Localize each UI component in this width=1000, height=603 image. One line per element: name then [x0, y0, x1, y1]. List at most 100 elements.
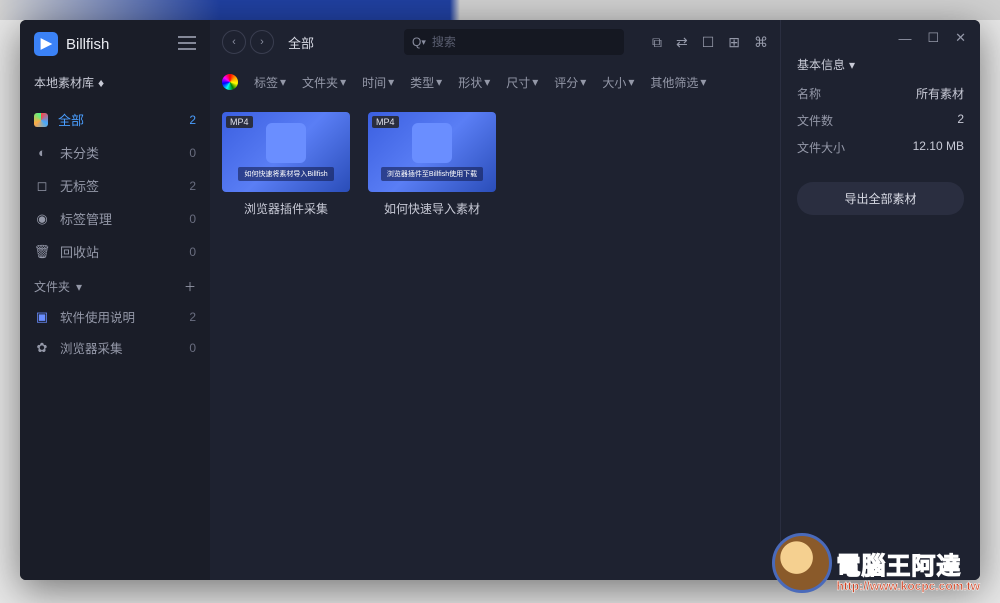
info-row-count: 文件数 2 [797, 112, 964, 129]
toolbar: ‹ › 全部 Q ▾ ⧉ ⇄ ☐ ⊞ ⌘ [210, 20, 780, 64]
trash-icon: 🗑 [34, 244, 50, 260]
folder-item[interactable]: ✿ 浏览器采集 0 [20, 332, 210, 363]
info-body: 基本信息 ▾ 名称 所有素材 文件数 2 文件大小 12.10 MB 导出全部素… [781, 56, 980, 215]
forward-button[interactable]: › [250, 30, 274, 54]
panel-icon[interactable]: ⧉ [652, 34, 662, 51]
app-name: Billfish [66, 36, 109, 53]
filter-filesize[interactable]: 大小 ▾ [602, 74, 634, 91]
close-button[interactable]: ✕ [955, 30, 966, 46]
search-input[interactable] [432, 35, 616, 49]
chevron-down-icon[interactable]: ▾ [76, 280, 82, 294]
thumbnail: MP4 浏览器插件至Billfish使用下载 [368, 112, 496, 192]
apps-icon[interactable]: ⌘ [754, 34, 768, 51]
breadcrumb: 全部 [288, 33, 314, 52]
asset-item[interactable]: MP4 如何快速将素材导入Billfish 浏览器插件采集 [222, 112, 350, 217]
sidebar-item-trash[interactable]: 🗑 回收站 0 [20, 235, 210, 268]
search-icon: Q [412, 35, 421, 49]
info-row-size: 文件大小 12.10 MB [797, 139, 964, 156]
nav-arrows: ‹ › [222, 30, 274, 54]
menu-icon[interactable] [178, 36, 196, 53]
format-badge: MP4 [372, 116, 399, 128]
sidebar-item-tags[interactable]: ◉ 标签管理 0 [20, 202, 210, 235]
app-window: Billfish 本地素材库 ♦ 全部 2 ◐ 未分类 0 ◻ 无标签 [20, 20, 980, 580]
color-filter-icon[interactable] [222, 74, 238, 90]
toolbar-right: ⧉ ⇄ ☐ ⊞ ⌘ [652, 34, 768, 51]
info-key: 文件大小 [797, 139, 845, 156]
folder-label: 浏览器采集 [60, 338, 123, 357]
sort-icon: ♦ [98, 76, 104, 90]
nav-list: 全部 2 ◐ 未分类 0 ◻ 无标签 2 ◉ 标签管理 0 🗑 回收站 0 [20, 103, 210, 268]
filter-shape[interactable]: 形状 ▾ [458, 74, 490, 91]
folder-label: 软件使用说明 [60, 307, 135, 326]
folder-item[interactable]: ▣ 软件使用说明 2 [20, 301, 210, 332]
folder-icon: ▣ [34, 309, 50, 325]
thumbnail-graphic [266, 123, 306, 163]
folder-count: 0 [189, 341, 196, 355]
filter-folder[interactable]: 文件夹 ▾ [302, 74, 346, 91]
filter-size[interactable]: 尺寸 ▾ [506, 74, 538, 91]
folder-count: 2 [189, 310, 196, 324]
sidebar-item-count: 2 [189, 179, 196, 193]
asset-label: 浏览器插件采集 [222, 200, 350, 217]
library-label: 本地素材库 [34, 74, 94, 91]
info-panel: — ☐ ✕ 基本信息 ▾ 名称 所有素材 文件数 2 文件大小 12.10 MB… [780, 20, 980, 580]
sidebar-item-count: 2 [189, 113, 196, 127]
filter-bar: 标签 ▾ 文件夹 ▾ 时间 ▾ 类型 ▾ 形状 ▾ 尺寸 ▾ 评分 ▾ 大小 ▾… [210, 64, 780, 100]
grid-view-icon[interactable]: ⊞ [728, 34, 740, 51]
cartoon-avatar-icon [772, 533, 832, 593]
sidebar-item-label: 回收站 [60, 242, 99, 261]
sidebar-item-count: 0 [189, 245, 196, 259]
sidebar-item-untagged[interactable]: ◻ 无标签 2 [20, 169, 210, 202]
thumbnail-text: 如何快速将素材导入Billfish [238, 167, 333, 181]
thumbnail: MP4 如何快速将素材导入Billfish [222, 112, 350, 192]
watermark-title: 電腦王阿達 [836, 546, 980, 581]
window-controls: — ☐ ✕ [781, 20, 980, 56]
tag-icon: ◉ [34, 211, 50, 227]
info-value: 12.10 MB [913, 139, 964, 156]
filter-time[interactable]: 时间 ▾ [362, 74, 394, 91]
sidebar-item-all[interactable]: 全部 2 [20, 103, 210, 136]
add-folder-button[interactable]: ＋ [184, 278, 196, 295]
watermark: 電腦王阿達 http://www.kocpc.com.tw [772, 533, 980, 593]
format-badge: MP4 [226, 116, 253, 128]
filter-rating[interactable]: 评分 ▾ [554, 74, 586, 91]
info-key: 名称 [797, 85, 821, 102]
content-grid: MP4 如何快速将素材导入Billfish 浏览器插件采集 MP4 浏览器插件至… [210, 100, 780, 580]
filter-tags[interactable]: 标签 ▾ [254, 74, 286, 91]
library-selector[interactable]: 本地素材库 ♦ [20, 68, 210, 97]
filter-icon[interactable]: ⇄ [676, 34, 688, 51]
back-button[interactable]: ‹ [222, 30, 246, 54]
main-area: ‹ › 全部 Q ▾ ⧉ ⇄ ☐ ⊞ ⌘ 标签 ▾ 文件夹 ▾ 时间 ▾ 类型 … [210, 20, 780, 580]
grid-icon [34, 113, 48, 127]
export-button[interactable]: 导出全部素材 [797, 182, 964, 215]
sidebar-item-label: 标签管理 [60, 209, 112, 228]
asset-label: 如何快速导入素材 [368, 200, 496, 217]
background-strip [0, 0, 1000, 20]
maximize-button[interactable]: ☐ [927, 30, 939, 46]
search-box[interactable]: Q ▾ [404, 29, 624, 55]
app-logo[interactable]: Billfish [34, 32, 109, 56]
chevron-down-icon: ▾ [849, 58, 855, 72]
watermark-url: http://www.kocpc.com.tw [836, 579, 980, 593]
filter-type[interactable]: 类型 ▾ [410, 74, 442, 91]
globe-icon: ✿ [34, 340, 50, 356]
sidebar: Billfish 本地素材库 ♦ 全部 2 ◐ 未分类 0 ◻ 无标签 [20, 20, 210, 580]
watermark-text: 電腦王阿達 http://www.kocpc.com.tw [836, 546, 980, 593]
info-key: 文件数 [797, 112, 833, 129]
logo-icon [34, 32, 58, 56]
folders-label: 文件夹 [34, 278, 70, 295]
minimize-button[interactable]: — [898, 31, 911, 46]
info-value: 所有素材 [916, 85, 964, 102]
sidebar-item-uncategorized[interactable]: ◐ 未分类 0 [20, 136, 210, 169]
info-row-name: 名称 所有素材 [797, 85, 964, 102]
sidebar-item-label: 未分类 [60, 143, 99, 162]
chevron-down-icon[interactable]: ▾ [421, 37, 426, 48]
sidebar-item-label: 无标签 [60, 176, 99, 195]
asset-item[interactable]: MP4 浏览器插件至Billfish使用下载 如何快速导入素材 [368, 112, 496, 217]
thumbnail-text: 浏览器插件至Billfish使用下载 [381, 167, 483, 181]
monitor-icon[interactable]: ☐ [702, 34, 715, 51]
filter-other[interactable]: 其他筛选 ▾ [650, 74, 706, 91]
sidebar-item-count: 0 [189, 212, 196, 226]
info-title[interactable]: 基本信息 ▾ [797, 56, 964, 73]
bookmark-icon: ◻ [34, 178, 50, 194]
